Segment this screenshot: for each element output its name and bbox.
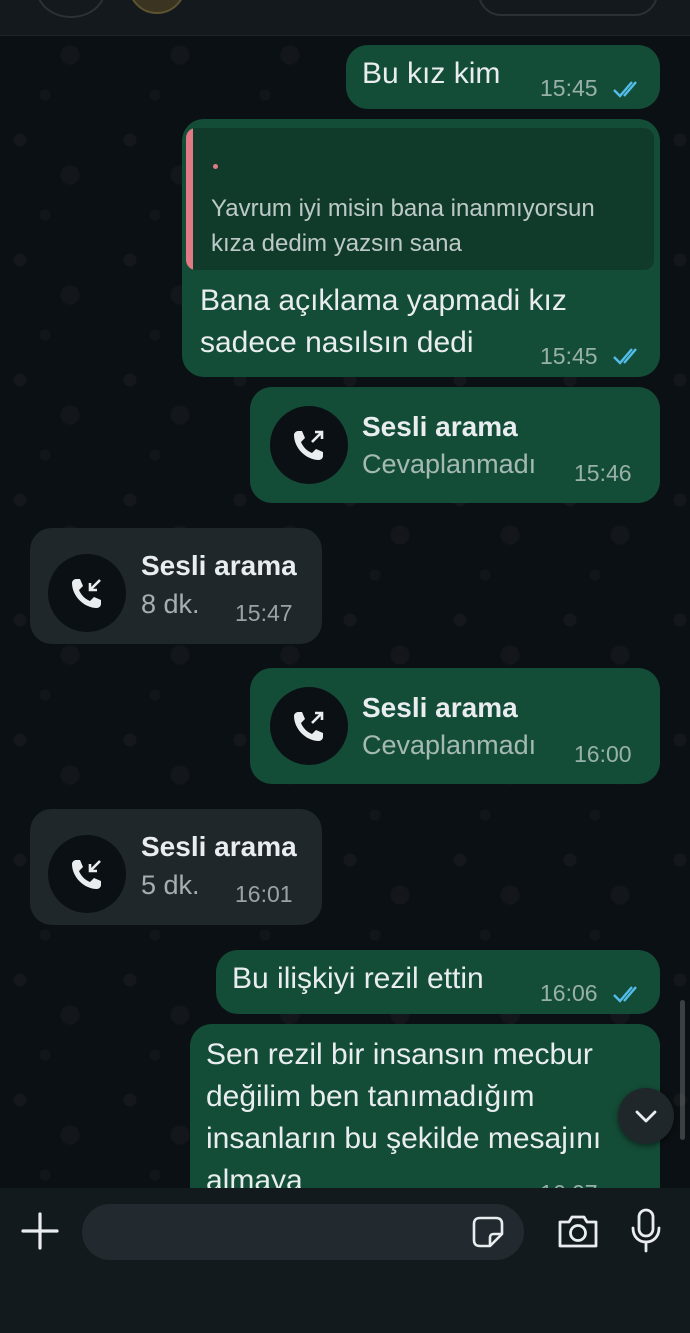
message-text: değilim ben tanımadığım	[206, 1080, 535, 1113]
call-title: Sesli arama	[141, 831, 297, 862]
header-actions[interactable]	[478, 0, 658, 16]
call-title: Sesli arama	[362, 692, 518, 723]
call-title: Sesli arama	[141, 550, 297, 581]
call-duration: 5 dk.	[141, 870, 200, 900]
message-text: Bana açıklama yapmadi kız	[200, 284, 567, 317]
message-text: insanların bu şekilde mesajını	[206, 1122, 602, 1155]
outgoing-message[interactable]: Sen rezil bir insansın mecbur değilim be…	[190, 1024, 660, 1214]
call-status: Cevaplanmadı	[362, 730, 537, 760]
message-text: Bu kız kim	[362, 57, 501, 90]
quote-marker	[213, 164, 218, 169]
incoming-call-icon	[48, 554, 126, 632]
quote-accent-bar	[186, 128, 193, 270]
message-time: 15:45	[540, 343, 598, 369]
outgoing-message[interactable]: Bu ilişkiyi rezil ettin 16:06	[216, 950, 660, 1014]
sticker-icon[interactable]	[470, 1214, 506, 1250]
call-status: Cevaplanmadı	[362, 449, 537, 479]
message-text: Sen rezil bir insansın mecbur	[206, 1038, 593, 1071]
call-message[interactable]: Sesli arama Cevaplanmadı 16:00	[250, 668, 660, 784]
back-button[interactable]	[36, 0, 106, 18]
message-time: 16:01	[235, 881, 293, 907]
quote-text: kıza dedim yazsın sana	[211, 230, 462, 257]
outgoing-call-icon	[270, 406, 348, 484]
message-text: Bu ilişkiyi rezil ettin	[232, 962, 484, 995]
scrollbar[interactable]	[680, 1000, 685, 1140]
plus-icon[interactable]	[20, 1211, 60, 1251]
message-time: 15:46	[574, 460, 632, 486]
message-time: 15:47	[235, 600, 293, 626]
message-text: sadece nasılsın dedi	[200, 326, 474, 359]
quote-text: Yavrum iyi misin bana inanmıyorsun	[211, 195, 595, 222]
call-message[interactable]: Sesli arama 8 dk. 15:47	[30, 528, 322, 644]
chevron-down-icon	[635, 1110, 657, 1123]
message-time: 16:00	[574, 741, 632, 767]
outgoing-message[interactable]: Bu kız kim 15:45	[346, 45, 660, 109]
chat-header	[0, 0, 690, 36]
call-title: Sesli arama	[362, 411, 518, 442]
message-input[interactable]	[82, 1204, 524, 1260]
message-time: 16:06	[540, 980, 598, 1006]
message-time: 15:45	[540, 75, 598, 101]
microphone-icon[interactable]	[630, 1208, 662, 1254]
read-ticks-icon	[613, 986, 637, 1003]
read-ticks-icon	[613, 81, 637, 98]
incoming-call-icon	[48, 835, 126, 913]
call-duration: 8 dk.	[141, 589, 200, 619]
quoted-message[interactable]: Yavrum iyi misin bana inanmıyorsun kıza …	[186, 128, 654, 270]
scroll-down-button[interactable]	[618, 1088, 674, 1144]
call-message[interactable]: Sesli arama Cevaplanmadı 15:46	[250, 387, 660, 503]
read-ticks-icon	[613, 348, 637, 365]
camera-icon[interactable]	[556, 1212, 600, 1250]
avatar[interactable]	[128, 0, 186, 14]
call-message[interactable]: Sesli arama 5 dk. 16:01	[30, 809, 322, 925]
outgoing-call-icon	[270, 687, 348, 765]
